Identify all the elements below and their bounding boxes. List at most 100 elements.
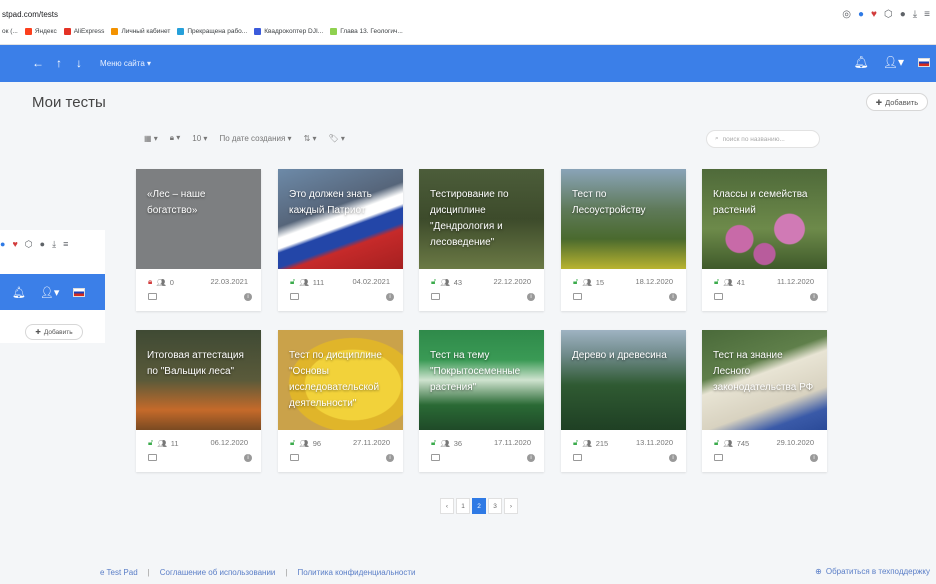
card-title: Дерево и древесина xyxy=(572,350,667,361)
privacy-link[interactable]: Политика конфиденциальности xyxy=(297,568,415,577)
support-link[interactable]: ⊕ Обратиться в техподдержку xyxy=(815,567,930,576)
bell-icon[interactable]: 🔔︎ xyxy=(854,55,869,69)
lock-icon: 🔓︎ xyxy=(290,277,296,286)
heart-icon: ♥ xyxy=(12,239,18,249)
info-icon[interactable]: i xyxy=(244,293,252,301)
test-card[interactable]: Тест на тему "Покрытосеменные растения" … xyxy=(419,330,544,472)
card-cover xyxy=(136,330,261,430)
test-card[interactable]: Итоговая аттестация по "Вальщик леса" 🔓︎… xyxy=(136,330,261,472)
info-icon[interactable]: i xyxy=(386,454,394,462)
card-meta: 🔓︎ 👥︎ 215 13.11.2020 xyxy=(573,438,673,448)
book-icon xyxy=(330,28,338,35)
bookmark-item[interactable]: Личный кабинет xyxy=(111,28,170,35)
sort-order-icon[interactable]: ⇅ ▾ xyxy=(304,134,317,143)
bookmark-item[interactable]: Яндекс xyxy=(24,28,57,35)
card-date: 27.11.2020 xyxy=(353,438,390,447)
card-title: Классы и семейства растений xyxy=(713,189,808,216)
card-meta: 🔓︎ 👥︎ 111 04.02.2021 xyxy=(290,277,390,287)
test-card[interactable]: Классы и семейства растений 🔓︎ 👥︎ 41 11.… xyxy=(702,169,827,311)
cube-icon: ⬡ xyxy=(24,239,33,249)
plus-icon: ✚ xyxy=(875,97,883,107)
menu-icon[interactable]: ≡ xyxy=(924,9,930,20)
add-test-button[interactable]: ✚ Добавить xyxy=(866,93,928,111)
info-icon[interactable]: i xyxy=(386,293,394,301)
footer-brand-link[interactable]: e Test Pad xyxy=(100,568,138,577)
down-arrow-icon[interactable]: ↓ xyxy=(76,56,82,70)
folder-icon[interactable] xyxy=(573,293,582,300)
card-date: 18.12.2020 xyxy=(635,277,673,286)
sort-select[interactable]: По дате создания ▾ xyxy=(219,134,291,143)
cabinet-icon xyxy=(111,28,119,35)
back-arrow-icon[interactable]: ← xyxy=(32,56,44,70)
language-flag-icon[interactable] xyxy=(918,57,930,67)
card-meta: 🔒︎ 👥︎ 0 22.03.2021 xyxy=(148,277,248,287)
per-page-select[interactable]: 10 ▾ xyxy=(192,134,207,143)
info-icon[interactable]: i xyxy=(669,293,677,301)
address-bar[interactable]: stpad.com/tests xyxy=(2,10,58,19)
folder-icon[interactable] xyxy=(431,454,440,461)
folder-icon[interactable] xyxy=(714,454,723,461)
folder-icon[interactable] xyxy=(573,454,582,461)
page-3[interactable]: 3 xyxy=(488,498,502,514)
lock-icon: 🔓︎ xyxy=(714,438,720,447)
test-card[interactable]: Дерево и древесина 🔓︎ 👥︎ 215 13.11.2020 … xyxy=(561,330,686,472)
card-meta: 🔓︎ 👥︎ 11 06.12.2020 xyxy=(148,438,248,448)
test-card[interactable]: Тестирование по дисциплине "Дендрология … xyxy=(419,169,544,311)
lock-filter-icon[interactable]: 🔒︎ ▾ xyxy=(170,133,181,143)
search-input[interactable]: ⌕ поиск по названию... xyxy=(706,130,820,148)
test-card[interactable]: «Лес – наше богатство» 🔒︎ 👥︎ 0 22.03.202… xyxy=(136,169,261,311)
folder-icon[interactable] xyxy=(148,293,157,300)
bookmark-item[interactable]: ок (... xyxy=(2,28,18,35)
card-title: Тестирование по дисциплине "Дендрология … xyxy=(430,189,509,248)
language-flag-icon xyxy=(73,288,86,297)
profile-icon[interactable]: ● xyxy=(900,9,906,20)
terms-link[interactable]: Соглашение об использовании xyxy=(160,568,276,577)
download-icon: ⤓ xyxy=(52,239,57,249)
participants-count: 15 xyxy=(595,277,605,287)
test-card[interactable]: Тест по Лесоустройству 🔓︎ 👥︎ 15 18.12.20… xyxy=(561,169,686,311)
profile-icon: ● xyxy=(39,239,46,249)
user-menu-icon[interactable]: 👤︎▾ xyxy=(883,55,904,69)
user-menu-icon: 👤︎▾ xyxy=(39,287,60,299)
info-icon[interactable]: i xyxy=(527,293,535,301)
bookmark-item[interactable]: AliExpress xyxy=(63,28,104,35)
people-icon: 👥︎ xyxy=(440,277,450,287)
page-2[interactable]: 2 xyxy=(472,498,486,514)
folder-icon[interactable] xyxy=(714,293,723,300)
bookmark-item[interactable]: Глава 13. Геологич... xyxy=(330,28,403,35)
download-icon[interactable]: ⤓ xyxy=(913,9,917,20)
test-card[interactable]: Тест на знание Лесного законодательства … xyxy=(702,330,827,472)
footer-separator: | xyxy=(285,568,288,577)
info-icon[interactable]: i xyxy=(527,454,535,462)
info-icon[interactable]: i xyxy=(669,454,677,462)
participants-count: 96 xyxy=(312,438,322,448)
cube-icon[interactable]: ⬡ xyxy=(884,9,893,20)
folder-icon[interactable] xyxy=(290,454,299,461)
folder-icon[interactable] xyxy=(148,454,157,461)
page-prev[interactable]: ‹ xyxy=(440,498,454,514)
overlay-extension-icons: ● ♥ ⬡ ● ⤓ ≡ xyxy=(0,239,68,250)
info-icon[interactable]: i xyxy=(810,293,818,301)
card-title: Тест по Лесоустройству xyxy=(572,189,646,216)
camera-icon[interactable]: ◎ xyxy=(842,9,851,20)
heart-icon[interactable]: ♥ xyxy=(871,9,877,20)
card-date: 06.12.2020 xyxy=(210,438,248,447)
folder-icon[interactable] xyxy=(431,293,440,300)
info-icon[interactable]: i xyxy=(810,454,818,462)
up-arrow-icon[interactable]: ↑ xyxy=(56,56,62,70)
info-icon[interactable]: i xyxy=(244,454,252,462)
footer-separator: | xyxy=(147,568,150,577)
page-1[interactable]: 1 xyxy=(456,498,470,514)
tags-filter-icon[interactable]: 🏷︎ ▾ xyxy=(329,134,345,143)
site-menu[interactable]: Меню сайта ▾ xyxy=(100,59,151,68)
card-date: 22.03.2021 xyxy=(210,277,248,286)
page-next[interactable]: › xyxy=(504,498,518,514)
test-card[interactable]: Это должен знать каждый Патриот 🔓︎ 👥︎ 11… xyxy=(278,169,403,311)
bookmark-item[interactable]: Квадрокоптер DJI... xyxy=(254,28,323,35)
test-card[interactable]: Тест по дисциплине "Основы исследователь… xyxy=(278,330,403,472)
bookmark-item[interactable]: Прекращена рабо... xyxy=(177,28,247,35)
vpn-icon[interactable]: ● xyxy=(858,9,864,20)
card-date: 17.11.2020 xyxy=(494,438,531,447)
grid-view-icon[interactable]: ▦ ▾ xyxy=(144,134,158,143)
folder-icon[interactable] xyxy=(290,293,299,300)
